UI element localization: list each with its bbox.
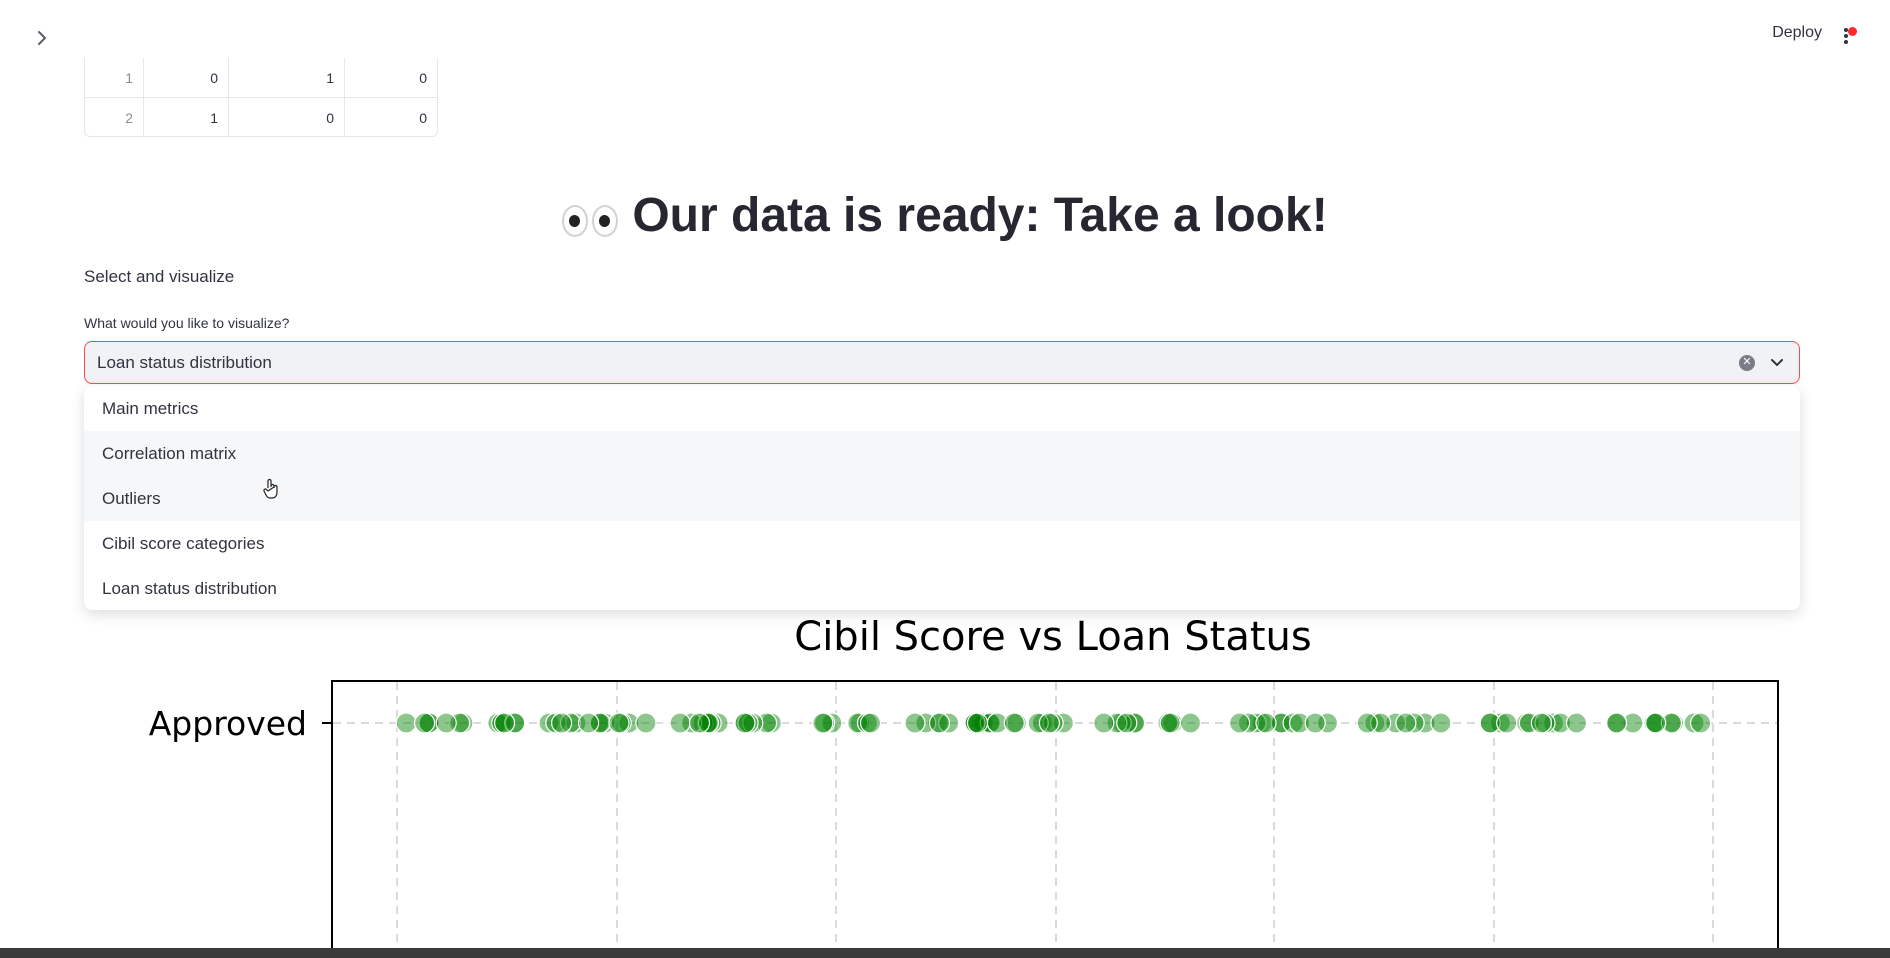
chevron-right-icon	[38, 31, 47, 45]
dataframe[interactable]: 1 0 1 0 2 1 0 0	[84, 58, 438, 137]
data-point	[1395, 712, 1417, 734]
table-cell[interactable]: 0	[344, 58, 437, 97]
select-dropdown-menu: Main metrics Correlation matrix Outliers…	[84, 386, 1800, 610]
data-point	[1565, 712, 1588, 734]
data-point	[550, 712, 573, 734]
sidebar-expand-button[interactable]	[30, 26, 54, 50]
option-outliers[interactable]: Outliers	[84, 476, 1800, 521]
chart-title: Cibil Score vs Loan Status	[794, 620, 1311, 660]
data-point	[812, 712, 834, 734]
data-point	[1606, 712, 1628, 734]
clear-icon[interactable]: ✕	[1739, 354, 1755, 371]
data-points	[395, 712, 1712, 734]
table-cell[interactable]: 1	[143, 98, 228, 136]
data-point	[1038, 712, 1061, 734]
page-title: Our data is ready: Take a look!	[0, 188, 1890, 246]
data-point	[688, 712, 711, 734]
data-point	[635, 712, 657, 734]
data-point	[435, 712, 457, 734]
row-index: 1	[125, 69, 133, 86]
row-index: 2	[125, 109, 133, 126]
data-point	[928, 712, 951, 734]
table-cell[interactable]: 0	[228, 98, 344, 136]
option-correlation-matrix[interactable]: Correlation matrix	[84, 431, 1800, 476]
section-label: Select and visualize	[84, 267, 235, 286]
y-tick-label: Approved	[149, 704, 307, 743]
option-main-metrics[interactable]: Main metrics	[84, 386, 1800, 431]
main-menu-button[interactable]	[1836, 24, 1857, 48]
data-point	[414, 712, 436, 734]
data-point	[1116, 712, 1138, 734]
data-point	[904, 712, 926, 734]
status-indicator-icon	[1848, 27, 1857, 36]
data-point	[494, 712, 516, 734]
table-cell[interactable]: 0	[143, 58, 228, 97]
option-cibil-score-categories[interactable]: Cibil score categories	[84, 521, 1800, 566]
data-point	[1179, 712, 1202, 734]
data-point	[1159, 712, 1181, 734]
page-title-text: Our data is ready: Take a look!	[632, 189, 1328, 242]
eyes-icon	[562, 191, 622, 246]
table-row: 2 1 0 0	[85, 97, 437, 136]
data-point	[734, 712, 756, 734]
data-point	[669, 712, 691, 734]
data-point	[1530, 712, 1553, 734]
data-point	[577, 712, 600, 734]
table-row: 1 0 1 0	[85, 58, 437, 97]
table-cell[interactable]: 0	[344, 98, 437, 136]
data-point	[859, 712, 882, 734]
data-point	[1304, 712, 1326, 734]
bottom-bar	[0, 948, 1890, 958]
data-point	[1430, 712, 1452, 734]
data-point	[1003, 712, 1025, 734]
select-label: What would you like to visualize?	[84, 315, 290, 331]
table-cell[interactable]: 1	[228, 58, 344, 97]
select-value: Loan status distribution	[97, 352, 272, 372]
option-loan-status-distribution[interactable]: Loan status distribution	[84, 566, 1800, 610]
data-point	[1645, 712, 1667, 734]
visualize-select[interactable]: Loan status distribution ✕	[84, 341, 1800, 384]
scatter-chart: Cibil Score vs Loan Status Approved	[149, 620, 1779, 958]
data-point	[1496, 712, 1518, 734]
data-point	[966, 712, 989, 734]
deploy-button[interactable]: Deploy	[1772, 24, 1822, 42]
data-point	[1689, 712, 1712, 734]
data-point	[1356, 712, 1378, 734]
chevron-down-icon[interactable]	[1769, 355, 1785, 371]
data-point	[395, 712, 417, 734]
data-point	[608, 712, 630, 734]
data-point	[1255, 712, 1277, 734]
data-point	[1228, 712, 1251, 734]
data-point	[1093, 712, 1115, 734]
hand-cursor-icon	[263, 478, 278, 499]
